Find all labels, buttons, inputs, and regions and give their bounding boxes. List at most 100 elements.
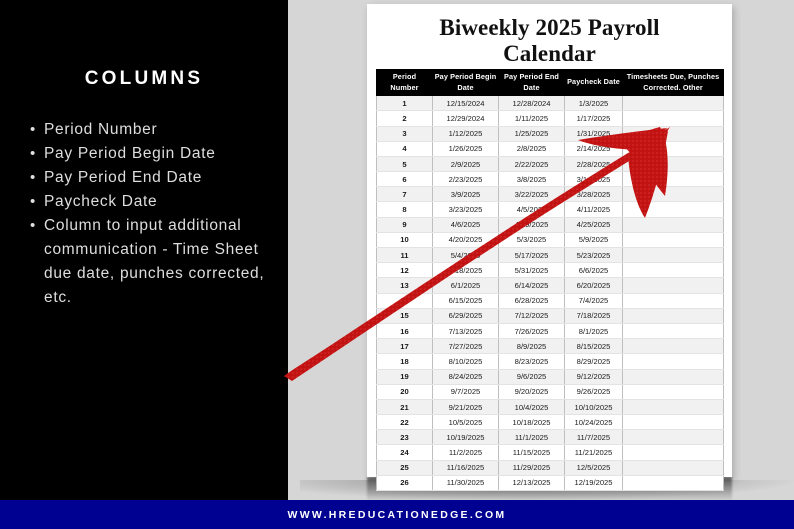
list-item: Paycheck Date — [30, 190, 268, 214]
list-item: Pay Period Begin Date — [30, 142, 268, 166]
cell-paycheck-date: 1/31/2025 — [564, 125, 623, 142]
payroll-table-body: 1 12/15/2024 12/28/2024 1/3/2025 2 12/29/2024… — [376, 95, 724, 492]
cell-period-number: 22 — [376, 414, 433, 431]
cell-end-date: 6/14/2025 — [498, 277, 565, 294]
cell-paycheck-date: 3/14/2025 — [564, 171, 623, 188]
cell-period-number: 4 — [376, 140, 433, 157]
cell-end-date: 3/8/2025 — [498, 171, 565, 188]
cell-period-number: 12 — [376, 262, 433, 279]
cell-notes — [622, 95, 724, 112]
table-row: 25 11/16/2025 11/29/2025 12/5/2025 — [376, 459, 724, 476]
screenshot-stage: COLUMNS Period Number Pay Period Begin D… — [0, 0, 794, 529]
cell-begin-date: 12/29/2024 — [432, 110, 499, 127]
cell-period-number: 2 — [376, 110, 433, 127]
cell-notes — [622, 186, 724, 203]
cell-paycheck-date: 12/19/2025 — [564, 474, 623, 492]
table-row: 12 5/18/2025 5/31/2025 6/6/2025 — [376, 262, 724, 279]
cell-notes — [622, 474, 724, 492]
cell-begin-date: 10/19/2025 — [432, 429, 499, 446]
cell-paycheck-date: 9/26/2025 — [564, 383, 623, 400]
cell-paycheck-date: 6/6/2025 — [564, 262, 623, 279]
table-row: 21 9/21/2025 10/4/2025 10/10/2025 — [376, 398, 724, 416]
cell-begin-date: 7/27/2025 — [432, 338, 499, 355]
cell-begin-date: 6/15/2025 — [432, 292, 499, 309]
cell-period-number: 9 — [376, 216, 433, 233]
cell-end-date: 7/12/2025 — [498, 307, 565, 324]
cell-period-number: 26 — [376, 474, 433, 492]
cell-period-number: 18 — [376, 353, 433, 370]
cell-period-number: 7 — [376, 186, 433, 203]
cell-begin-date: 11/16/2025 — [432, 459, 499, 476]
website-url[interactable]: WWW.HREDUCATIONEDGE.COM — [288, 509, 507, 521]
cell-period-number: 1 — [376, 95, 433, 112]
cell-notes — [622, 231, 724, 249]
cell-period-number: 3 — [376, 125, 433, 142]
document-title: Biweekly 2025 Payroll Calendar — [439, 15, 660, 66]
footer-banner: WWW.HREDUCATIONEDGE.COM — [0, 500, 794, 529]
cell-paycheck-date: 7/4/2025 — [564, 292, 623, 309]
cell-end-date: 9/20/2025 — [498, 383, 565, 400]
cell-paycheck-date: 7/18/2025 — [564, 307, 623, 324]
column-header-timesheets-notes: Timesheets Due, Punches Corrected. Other — [622, 68, 724, 97]
cell-begin-date: 4/20/2025 — [432, 231, 499, 249]
cell-paycheck-date: 11/21/2025 — [564, 444, 623, 461]
cell-begin-date: 4/6/2025 — [432, 216, 499, 233]
cell-notes — [622, 459, 724, 476]
cell-notes — [622, 140, 724, 157]
table-row: 26 11/30/2025 12/13/2025 12/19/2025 — [376, 474, 724, 492]
cell-paycheck-date: 3/28/2025 — [564, 186, 623, 203]
cell-end-date: 8/23/2025 — [498, 353, 565, 370]
table-row: 3 1/12/2025 1/25/2025 1/31/2025 — [376, 125, 724, 142]
cell-paycheck-date: 10/10/2025 — [564, 398, 623, 416]
cell-notes — [622, 277, 724, 294]
cell-period-number: 10 — [376, 231, 433, 249]
list-item: Pay Period End Date — [30, 166, 268, 190]
table-row: 5 2/9/2025 2/22/2025 2/28/2025 — [376, 155, 724, 173]
cell-begin-date: 9/7/2025 — [432, 383, 499, 400]
cell-notes — [622, 414, 724, 431]
table-row: 13 6/1/2025 6/14/2025 6/20/2025 — [376, 277, 724, 294]
table-row: 14 6/15/2025 6/28/2025 7/4/2025 — [376, 292, 724, 309]
column-header-period-number: Period Number — [376, 68, 433, 97]
cell-paycheck-date: 1/3/2025 — [564, 95, 623, 112]
table-row: 24 11/2/2025 11/15/2025 11/21/2025 — [376, 444, 724, 461]
cell-begin-date: 5/18/2025 — [432, 262, 499, 279]
cell-notes — [622, 338, 724, 355]
column-header-end-date: Pay Period End Date — [498, 68, 565, 97]
list-item: Column to input additional communication… — [30, 214, 268, 310]
cell-period-number: 14 — [376, 292, 433, 309]
cell-end-date: 1/11/2025 — [498, 110, 565, 127]
table-row: 22 10/5/2025 10/18/2025 10/24/2025 — [376, 414, 724, 431]
cell-begin-date: 9/21/2025 — [432, 398, 499, 416]
cell-begin-date: 8/24/2025 — [432, 368, 499, 385]
cell-notes — [622, 125, 724, 142]
table-row: 19 8/24/2025 9/6/2025 9/12/2025 — [376, 368, 724, 385]
cell-paycheck-date: 8/1/2025 — [564, 322, 623, 340]
table-row: 10 4/20/2025 5/3/2025 5/9/2025 — [376, 231, 724, 249]
cell-end-date: 11/15/2025 — [498, 444, 565, 461]
cell-begin-date: 12/15/2024 — [432, 95, 499, 112]
table-row: 15 6/29/2025 7/12/2025 7/18/2025 — [376, 307, 724, 324]
cell-end-date: 9/6/2025 — [498, 368, 565, 385]
cell-end-date: 5/31/2025 — [498, 262, 565, 279]
cell-paycheck-date: 4/11/2025 — [564, 201, 623, 218]
cell-end-date: 11/1/2025 — [498, 429, 565, 446]
column-header-begin-date: Pay Period Begin Date — [432, 68, 499, 97]
cell-notes — [622, 353, 724, 370]
cell-period-number: 19 — [376, 368, 433, 385]
cell-end-date: 12/28/2024 — [498, 95, 565, 112]
cell-begin-date: 1/26/2025 — [432, 140, 499, 157]
cell-paycheck-date: 2/14/2025 — [564, 140, 623, 157]
cell-notes — [622, 429, 724, 446]
page-title: COLUMNS — [84, 68, 204, 89]
cell-end-date: 12/13/2025 — [498, 474, 565, 492]
cell-paycheck-date: 4/25/2025 — [564, 216, 623, 233]
cell-period-number: 8 — [376, 201, 433, 218]
cell-end-date: 2/8/2025 — [498, 140, 565, 157]
list-item: Period Number — [30, 118, 268, 142]
cell-end-date: 6/28/2025 — [498, 292, 565, 309]
cell-end-date: 5/3/2025 — [498, 231, 565, 249]
cell-notes — [622, 262, 724, 279]
table-row: 6 2/23/2025 3/8/2025 3/14/2025 — [376, 171, 724, 188]
cell-end-date: 4/5/2025 — [498, 201, 565, 218]
